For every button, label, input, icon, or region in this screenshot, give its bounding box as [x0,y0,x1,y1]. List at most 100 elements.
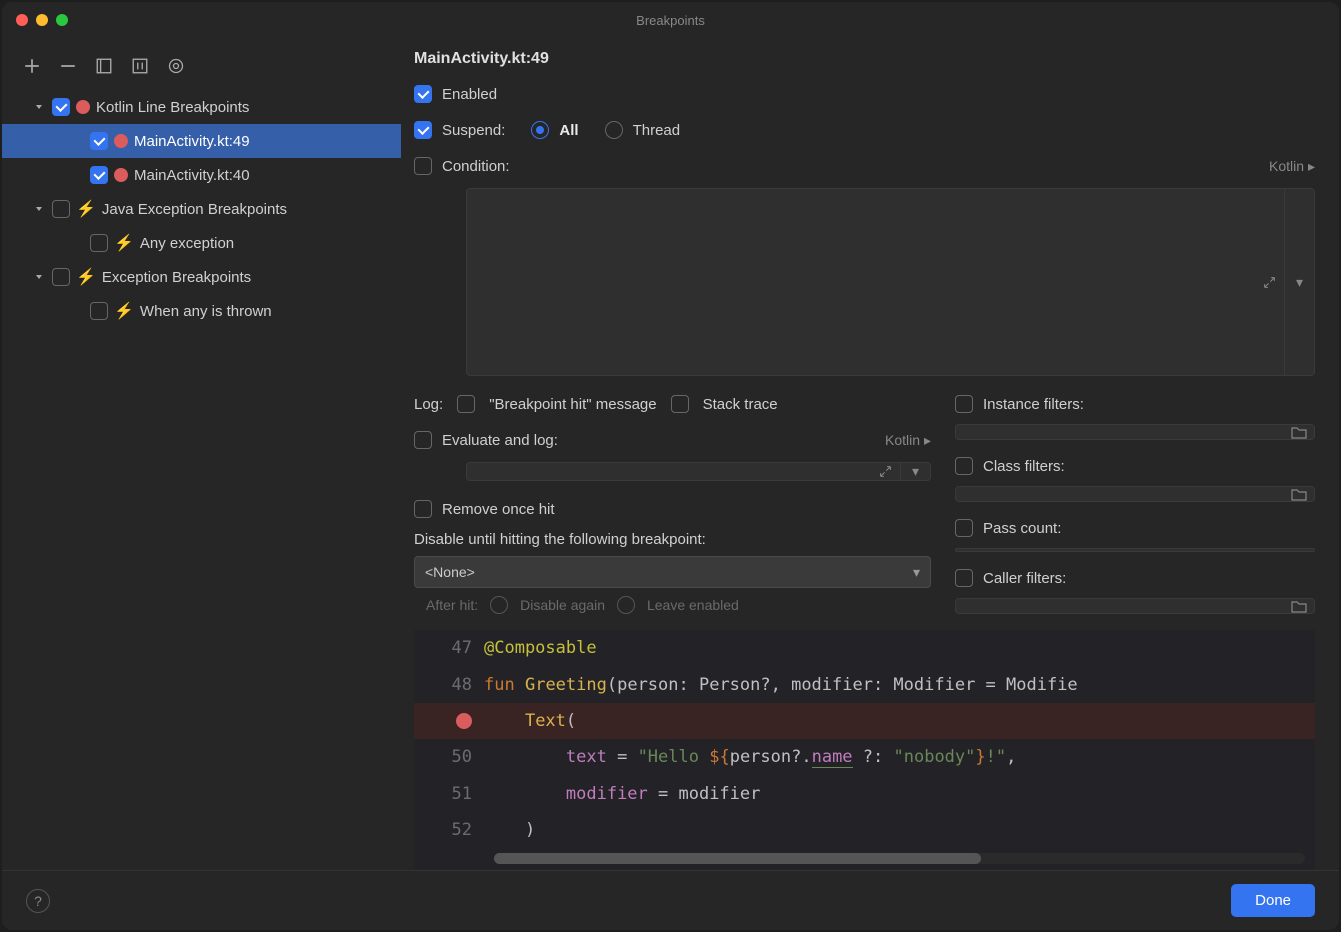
close-icon[interactable] [16,14,28,26]
exception-icon: ⚡ [76,199,96,219]
suspend-thread-label: Thread [633,122,681,139]
breakpoint-icon [76,100,90,114]
class-filter-checkbox[interactable] [955,457,973,475]
item-label: MainActivity.kt:40 [134,167,250,184]
group-checkbox[interactable] [52,268,70,286]
expand-icon[interactable] [1254,189,1284,375]
tree-group[interactable]: ⚡ Java Exception Breakpoints [2,192,401,226]
item-label: When any is thrown [140,303,272,320]
eval-checkbox[interactable] [414,431,432,449]
remove-button[interactable] [58,56,78,76]
instance-filter-checkbox[interactable] [955,395,973,413]
window-title: Breakpoints [14,13,1327,28]
item-checkbox[interactable] [90,132,108,150]
condition-input[interactable]: ▾ [466,188,1315,376]
code-line: 47@Composable [414,630,1315,666]
add-button[interactable] [22,56,42,76]
condition-label: Condition: [442,158,510,175]
chevron-down-icon[interactable] [32,204,46,214]
item-checkbox[interactable] [90,234,108,252]
log-hit-checkbox[interactable] [457,395,475,413]
chevron-down-icon[interactable]: ▾ [1284,189,1314,375]
maximize-icon[interactable] [56,14,68,26]
tree-item[interactable]: ⚡ When any is thrown [2,294,401,328]
class-filter-input[interactable] [955,486,1315,502]
exception-icon: ⚡ [114,233,134,253]
group-checkbox[interactable] [52,98,70,116]
caller-filter-label: Caller filters: [983,570,1066,587]
pass-count-checkbox[interactable] [955,519,973,537]
chevron-down-icon[interactable] [32,102,46,112]
code-line: 50 text = "Hello ${person?.name ?: "nobo… [414,739,1315,775]
tree-item[interactable]: MainActivity.kt:40 [2,158,401,192]
exception-icon: ⚡ [114,301,134,321]
log-hit-label: "Breakpoint hit" message [489,396,656,413]
exception-icon: ⚡ [76,267,96,287]
titlebar: Breakpoints [2,2,1339,38]
folder-icon[interactable] [1284,599,1314,613]
disable-until-select[interactable]: <None> ▾ [414,556,931,588]
group-by-type-icon[interactable] [130,56,150,76]
pass-count-input[interactable] [955,548,1315,552]
folder-icon[interactable] [1284,487,1314,501]
eval-label: Evaluate and log: [442,432,558,449]
group-by-file-icon[interactable] [94,56,114,76]
horizontal-scrollbar[interactable] [494,853,1305,865]
code-line: 51 modifier = modifier [414,776,1315,812]
after-hit-leave-radio [617,596,635,614]
tree-group[interactable]: ⚡ Exception Breakpoints [2,260,401,294]
condition-checkbox[interactable] [414,157,432,175]
item-checkbox[interactable] [90,166,108,184]
tree-item[interactable]: ⚡ Any exception [2,226,401,260]
group-label: Java Exception Breakpoints [102,201,287,218]
code-line: 52 ) [414,812,1315,848]
chevron-down-icon[interactable] [32,272,46,282]
breakpoint-title: MainActivity.kt:49 [414,50,1315,68]
done-button[interactable]: Done [1231,884,1315,917]
after-hit-disable-radio [490,596,508,614]
after-hit-label: After hit: [426,597,478,613]
help-button[interactable]: ? [26,889,50,913]
caller-filter-checkbox[interactable] [955,569,973,587]
remove-once-checkbox[interactable] [414,500,432,518]
after-hit-disable-label: Disable again [520,597,605,613]
instance-filter-label: Instance filters: [983,396,1084,413]
disable-until-value: <None> [425,564,475,580]
stack-checkbox[interactable] [671,395,689,413]
enabled-checkbox[interactable] [414,85,432,103]
breakpoint-icon [114,168,128,182]
chevron-down-icon[interactable]: ▾ [900,463,930,480]
group-checkbox[interactable] [52,200,70,218]
suspend-label: Suspend: [442,122,505,139]
view-breakpoints-icon[interactable] [166,56,186,76]
stack-label: Stack trace [703,396,778,413]
chevron-down-icon: ▾ [913,564,920,581]
breakpoint-icon [114,134,128,148]
suspend-checkbox[interactable] [414,121,432,139]
toolbar [2,50,401,90]
item-label: Any exception [140,235,234,252]
eval-input[interactable]: ▾ [466,462,931,481]
instance-filter-input[interactable] [955,424,1315,440]
group-label: Kotlin Line Breakpoints [96,99,249,116]
condition-lang[interactable]: Kotlin ▸ [1269,158,1315,175]
minimize-icon[interactable] [36,14,48,26]
code-line: Text( [414,703,1315,739]
enabled-label: Enabled [442,86,497,103]
breakpoint-tree[interactable]: Kotlin Line Breakpoints MainActivity.kt:4… [2,90,401,870]
suspend-all-label: All [559,122,578,139]
pass-count-label: Pass count: [983,520,1061,537]
group-label: Exception Breakpoints [102,269,251,286]
suspend-thread-radio[interactable] [605,121,623,139]
caller-filter-input[interactable] [955,598,1315,614]
tree-group[interactable]: Kotlin Line Breakpoints [2,90,401,124]
folder-icon[interactable] [1284,425,1314,439]
class-filter-label: Class filters: [983,458,1065,475]
item-label: MainActivity.kt:49 [134,133,250,150]
eval-lang[interactable]: Kotlin ▸ [885,432,931,449]
expand-icon[interactable] [870,463,900,480]
tree-item[interactable]: MainActivity.kt:49 [2,124,401,158]
item-checkbox[interactable] [90,302,108,320]
suspend-all-radio[interactable] [531,121,549,139]
disable-until-label: Disable until hitting the following brea… [414,531,931,548]
